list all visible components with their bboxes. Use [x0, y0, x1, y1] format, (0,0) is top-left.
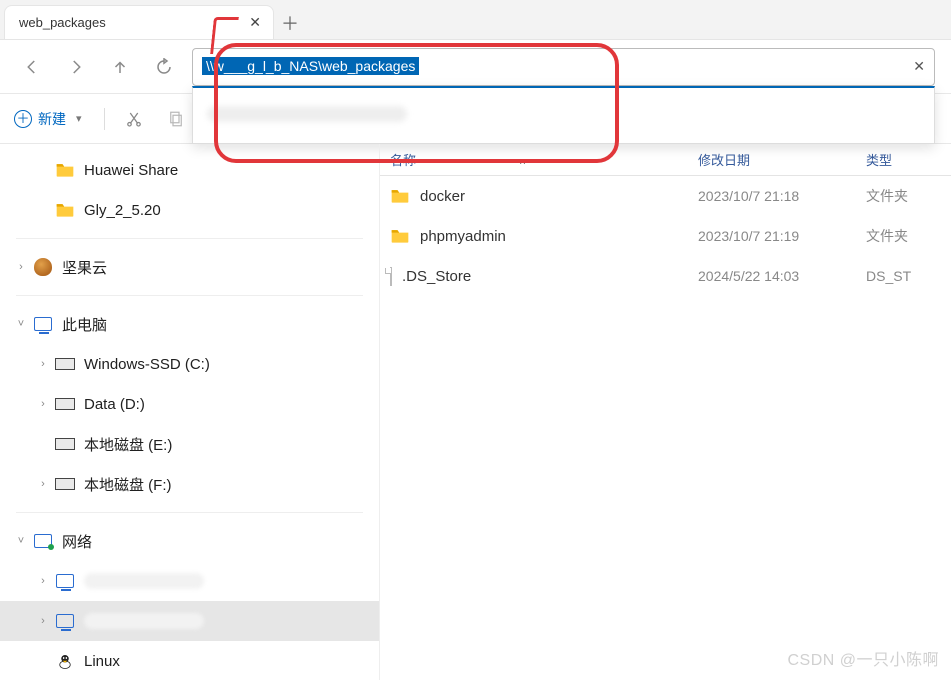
tree-icon	[54, 353, 76, 375]
file-pane: 名称 ˄ 修改日期 类型 docker2023/10/7 21:18文件夹php…	[380, 144, 951, 680]
tree-icon	[54, 570, 76, 592]
sidebar: Huawei Share Gly_2_5.20 › 坚果云 ˅ 此电脑 › Windows-S…	[0, 144, 380, 680]
tree-icon	[32, 256, 54, 278]
file-date: 2023/10/7 21:18	[698, 188, 858, 204]
tree-icon	[54, 433, 76, 455]
file-row[interactable]: .DS_Store 2024/5/22 14:03 DS_ST	[380, 256, 951, 296]
sort-arrow-icon: ˄	[520, 157, 526, 168]
sidebar-item[interactable]: › 坚果云	[0, 247, 379, 287]
tree-icon	[54, 650, 76, 672]
tab-bar: web_packages ✕ ＋	[0, 0, 951, 40]
separator	[16, 238, 363, 239]
watermark: CSDN @一只小陈啊	[787, 646, 939, 670]
tree-icon	[32, 313, 54, 335]
sidebar-item[interactable]: › Data (D:)	[0, 384, 379, 424]
close-icon[interactable]: ✕	[249, 14, 261, 31]
file-name: docker	[420, 188, 465, 205]
file-icon	[390, 268, 392, 285]
column-name[interactable]: 名称 ˄	[390, 150, 690, 169]
file-type: 文件夹	[866, 186, 941, 206]
tree-label: Huawei Share	[84, 162, 178, 179]
plus-icon: ＋	[14, 110, 32, 128]
back-button[interactable]	[10, 45, 54, 89]
sidebar-item[interactable]: Gly_2_5.20	[0, 190, 379, 230]
expand-arrow-icon[interactable]: ›	[32, 358, 54, 370]
file-name: .DS_Store	[402, 268, 471, 285]
new-button[interactable]: ＋ 新建 ▾	[12, 105, 84, 133]
expand-arrow-icon[interactable]: ›	[32, 575, 54, 587]
file-row[interactable]: phpmyadmin 2023/10/7 21:19 文件夹	[380, 216, 951, 256]
clear-address-icon[interactable]: ✕	[913, 58, 925, 75]
expand-arrow-icon[interactable]: ˅	[10, 318, 32, 330]
tree-label: Windows-SSD (C:)	[84, 356, 210, 373]
address-bar[interactable]: \\w___g_l_b_NAS\web_packages ✕	[192, 48, 935, 86]
file-row[interactable]: docker 2023/10/7 21:18 文件夹	[380, 176, 951, 216]
main: Huawei Share Gly_2_5.20 › 坚果云 ˅ 此电脑 › Windows-S…	[0, 144, 951, 680]
sidebar-item[interactable]: 本地磁盘 (E:)	[0, 424, 379, 464]
column-date[interactable]: 修改日期	[698, 150, 858, 169]
expand-arrow-icon[interactable]: ›	[32, 615, 54, 627]
tree-icon	[54, 199, 76, 221]
sidebar-item[interactable]: Huawei Share	[0, 150, 379, 190]
sidebar-item[interactable]: › 本地磁盘 (F:)	[0, 464, 379, 504]
tab[interactable]: web_packages ✕	[4, 5, 274, 39]
cut-icon[interactable]	[125, 110, 153, 128]
tree-label: Linux	[84, 653, 120, 670]
tree-label: Data (D:)	[84, 396, 145, 413]
tree-label: 本地磁盘 (F:)	[84, 474, 172, 495]
tree-icon	[54, 159, 76, 181]
tree-label: 此电脑	[62, 314, 107, 335]
file-icon	[390, 226, 410, 246]
sidebar-item[interactable]: ›	[0, 561, 379, 601]
sidebar-item[interactable]: › Windows-SSD (C:)	[0, 344, 379, 384]
file-icon	[390, 186, 410, 206]
address-suggestion[interactable]	[193, 98, 934, 133]
address-selected-text: \\w___g_l_b_NAS\web_packages	[202, 57, 419, 75]
column-headers: 名称 ˄ 修改日期 类型	[380, 144, 951, 176]
new-tab-button[interactable]: ＋	[274, 7, 306, 39]
sidebar-item[interactable]: ˅ 此电脑	[0, 304, 379, 344]
expand-arrow-icon[interactable]: ˅	[10, 535, 32, 547]
tab-title: web_packages	[19, 15, 249, 30]
separator	[16, 512, 363, 513]
forward-button[interactable]	[54, 45, 98, 89]
tree-icon	[54, 473, 76, 495]
separator	[16, 295, 363, 296]
tree-label: 网络	[62, 531, 92, 552]
redacted-text	[207, 106, 407, 122]
expand-arrow-icon[interactable]: ›	[10, 261, 32, 273]
tree-icon	[54, 393, 76, 415]
chevron-down-icon: ▾	[76, 112, 82, 125]
address-suggestions	[192, 86, 935, 144]
sidebar-item[interactable]: ˅ 网络	[0, 521, 379, 561]
sidebar-item[interactable]: Linux	[0, 641, 379, 680]
tree-icon	[54, 610, 76, 632]
tree-label: 坚果云	[62, 257, 107, 278]
refresh-button[interactable]	[142, 45, 186, 89]
column-type[interactable]: 类型	[866, 150, 941, 169]
expand-arrow-icon[interactable]: ›	[32, 398, 54, 410]
tree-label: Gly_2_5.20	[84, 202, 161, 219]
file-rows: docker 2023/10/7 21:18 文件夹 phpmyadmin 2023/1…	[380, 176, 951, 296]
tree-icon	[32, 530, 54, 552]
file-date: 2024/5/22 14:03	[698, 268, 858, 284]
file-type: DS_ST	[866, 268, 941, 284]
tree-label: 本地磁盘 (E:)	[84, 434, 172, 455]
file-type: 文件夹	[866, 226, 941, 246]
copy-icon[interactable]	[167, 110, 195, 128]
redacted-label	[84, 573, 204, 589]
column-name-label: 名称	[390, 153, 416, 168]
file-name: phpmyadmin	[420, 228, 506, 245]
divider	[104, 108, 105, 130]
nav-row: \\w___g_l_b_NAS\web_packages ✕	[0, 40, 951, 94]
new-label: 新建	[38, 109, 66, 129]
sidebar-item[interactable]: ›	[0, 601, 379, 641]
redacted-label	[84, 613, 204, 629]
up-button[interactable]	[98, 45, 142, 89]
expand-arrow-icon[interactable]: ›	[32, 478, 54, 490]
file-date: 2023/10/7 21:19	[698, 228, 858, 244]
